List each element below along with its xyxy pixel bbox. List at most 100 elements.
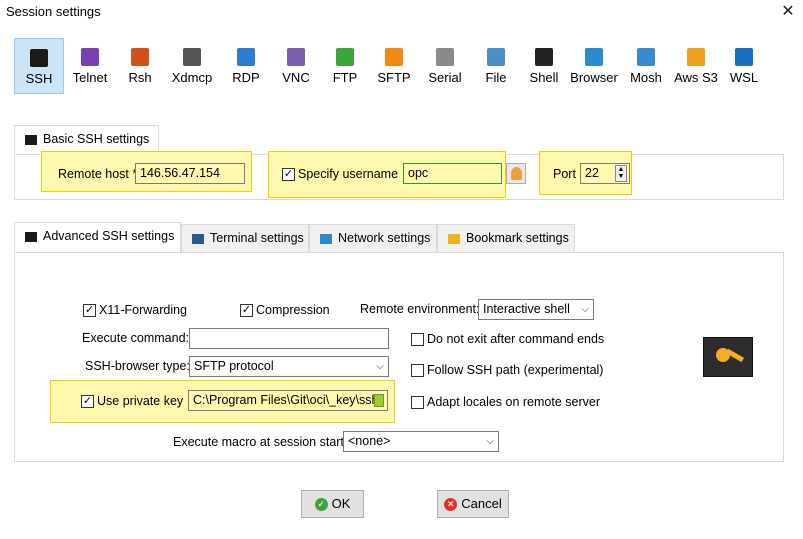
- file-icon: [487, 48, 505, 66]
- ssh-browser-type-select[interactable]: SFTP protocol ⌵: [189, 356, 389, 377]
- session-type-vnc[interactable]: VNC: [272, 38, 320, 94]
- tab-bookmark-settings[interactable]: Bookmark settings: [437, 224, 575, 252]
- port-input[interactable]: 22 ▲ ▼: [580, 163, 630, 184]
- title-bar: [0, 0, 803, 26]
- x11-forwarding-checkbox[interactable]: ✓: [83, 304, 96, 317]
- ok-button[interactable]: ✓ OK: [301, 490, 364, 518]
- tab-advanced-ssh-settings[interactable]: Advanced SSH settings: [14, 222, 181, 252]
- username-input[interactable]: opc: [403, 163, 502, 184]
- session-type-mosh[interactable]: Mosh: [624, 38, 668, 94]
- session-type-sftp[interactable]: SFTP: [370, 38, 418, 94]
- tab-label: Network settings: [338, 231, 431, 245]
- user-icon: [511, 167, 522, 180]
- check-circle-icon: ✓: [314, 498, 328, 512]
- session-type-serial[interactable]: Serial: [420, 38, 470, 94]
- user-picker-button[interactable]: [506, 163, 526, 184]
- tab-basic-label: Basic SSH settings: [43, 132, 150, 146]
- session-type-label: WSL: [729, 70, 759, 85]
- session-type-shell[interactable]: Shell: [522, 38, 566, 94]
- browser-icon: [585, 48, 603, 66]
- xdmcp-icon: [183, 48, 201, 66]
- ok-label: OK: [331, 496, 351, 511]
- execute-macro-label: Execute macro at session start:: [173, 435, 348, 449]
- chevron-down-icon: ⌵: [376, 361, 384, 372]
- remote-environment-label: Remote environment:: [360, 302, 480, 316]
- follow-ssh-path-checkbox[interactable]: [411, 364, 424, 377]
- session-type-browser[interactable]: Browser: [566, 38, 622, 94]
- sftp-icon: [385, 48, 403, 66]
- port-value: 22: [585, 166, 599, 180]
- session-type-label: Shell: [529, 70, 559, 85]
- star-icon: [448, 233, 460, 244]
- session-type-ftp[interactable]: FTP: [322, 38, 368, 94]
- window-title: Session settings: [6, 4, 101, 19]
- key-icon: [703, 337, 753, 377]
- session-type-file[interactable]: File: [472, 38, 520, 94]
- remote-host-label: Remote host *: [58, 167, 138, 181]
- ftp-icon: [336, 48, 354, 66]
- session-type-label: Rsh: [128, 70, 152, 85]
- session-type-label: Xdmcp: [171, 70, 213, 85]
- port-spinner[interactable]: ▲ ▼: [615, 165, 627, 182]
- ssh-icon: [25, 134, 37, 145]
- session-type-aws-s3[interactable]: Aws S3: [670, 38, 722, 94]
- session-type-telnet[interactable]: Telnet: [66, 38, 114, 94]
- mosh-icon: [637, 48, 655, 66]
- tab-terminal-settings[interactable]: Terminal settings: [181, 224, 309, 252]
- session-type-rsh[interactable]: Rsh: [116, 38, 164, 94]
- close-icon[interactable]: ✕: [776, 1, 800, 23]
- session-type-label: RDP: [232, 70, 260, 85]
- x11-forwarding-label: X11-Forwarding: [99, 303, 188, 317]
- session-type-label: Telnet: [72, 70, 108, 85]
- no-exit-checkbox[interactable]: [411, 333, 424, 346]
- specify-username-checkbox[interactable]: ✓: [282, 168, 295, 181]
- use-private-key-label: Use private key: [97, 394, 184, 408]
- cancel-button[interactable]: ✕ Cancel: [437, 490, 509, 518]
- compression-label: Compression: [256, 303, 330, 317]
- session-type-label: SFTP: [377, 70, 411, 85]
- vnc-icon: [287, 48, 305, 66]
- remote-host-input[interactable]: 146.56.47.154: [135, 163, 245, 184]
- adapt-locales-label: Adapt locales on remote server: [427, 395, 601, 409]
- use-private-key-checkbox[interactable]: ✓: [81, 395, 94, 408]
- tab-label: Advanced SSH settings: [43, 229, 175, 243]
- session-type-label: File: [485, 70, 507, 85]
- execute-macro-value: <none>: [348, 434, 391, 448]
- advanced-ssh-icon: [25, 231, 37, 242]
- telnet-icon: [81, 48, 99, 66]
- session-type-label: Mosh: [630, 70, 662, 85]
- session-type-label: Browser: [570, 70, 618, 85]
- execute-command-label: Execute command:: [82, 331, 189, 345]
- private-key-path-input[interactable]: C:\Program Files\Git\oci\_key\ssh-: [188, 390, 388, 411]
- terminal-icon: [192, 233, 204, 244]
- file-browse-icon[interactable]: [374, 394, 384, 407]
- tab-label: Terminal settings: [210, 231, 304, 245]
- cancel-label: Cancel: [461, 496, 502, 511]
- wsl-icon: [735, 48, 753, 66]
- session-type-label: Serial: [428, 70, 462, 85]
- adapt-locales-checkbox[interactable]: [411, 396, 424, 409]
- session-type-ssh[interactable]: SSH: [14, 38, 64, 94]
- session-type-rdp[interactable]: RDP: [222, 38, 270, 94]
- execute-macro-select[interactable]: <none> ⌵: [343, 431, 499, 452]
- shell-icon: [535, 48, 553, 66]
- ssh-browser-type-label: SSH-browser type:: [85, 359, 190, 373]
- session-type-label: FTP: [332, 70, 358, 85]
- chevron-down-icon: ⌵: [486, 436, 494, 447]
- private-key-path-value: C:\Program Files\Git\oci\_key\ssh-: [193, 393, 383, 407]
- session-type-label: Aws S3: [674, 70, 718, 85]
- execute-command-input[interactable]: [189, 328, 389, 349]
- session-type-label: VNC: [282, 70, 310, 85]
- specify-username-label: Specify username: [298, 167, 399, 181]
- session-type-wsl[interactable]: WSL: [724, 38, 764, 94]
- tab-network-settings[interactable]: Network settings: [309, 224, 437, 252]
- remote-environment-select[interactable]: Interactive shell ⌵: [478, 299, 594, 320]
- cancel-circle-icon: ✕: [444, 498, 458, 512]
- session-type-label: SSH: [25, 71, 53, 86]
- compression-checkbox[interactable]: ✓: [240, 304, 253, 317]
- remote-environment-value: Interactive shell: [483, 302, 570, 316]
- session-type-xdmcp[interactable]: Xdmcp: [166, 38, 218, 94]
- ssh-icon: [30, 49, 48, 67]
- tab-label: Bookmark settings: [466, 231, 569, 245]
- aws-s3-icon: [687, 48, 705, 66]
